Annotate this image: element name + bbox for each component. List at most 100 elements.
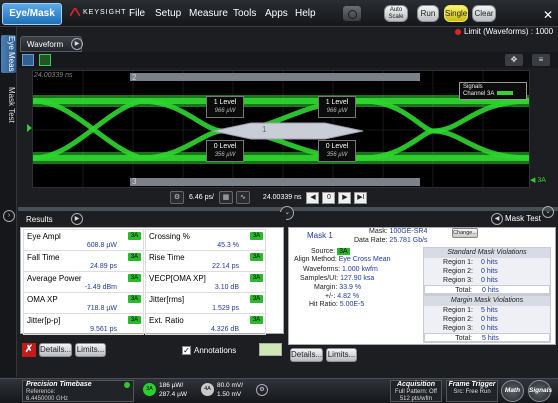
change-mask-button[interactable]: Change... [452,228,478,238]
math-button[interactable]: Math [501,380,524,402]
margin-region-3: Region 3: 0 hits [443,325,498,332]
channel-3a-readout[interactable]: 186 µW/ 287.4 µW [159,381,187,399]
result-cell-eye-ampl[interactable]: Eye Ampl 3A 608.8 µW [23,229,144,251]
delete-measurement-icon[interactable]: ✗ [22,343,36,357]
single-grid-icon[interactable] [22,54,34,66]
standard-mask-violations: Standard Mask Violations Region 1: 0 hits… [423,247,551,295]
mask-region-1-label: 1 [262,125,267,134]
results-play-icon[interactable]: ▶ [71,213,83,225]
close-icon[interactable]: ✕ [543,8,553,22]
results-limits-button[interactable]: Limits... [75,343,106,357]
single-button[interactable]: Single [444,5,468,22]
result-cell-ext-ratio[interactable]: Ext. Ratio 3A 4.326 dB [145,313,266,335]
menu-measure[interactable]: Measure [189,8,228,19]
channel-badge: 3A [250,232,263,240]
mask-region-3[interactable] [130,178,420,186]
menu-file[interactable]: File [129,8,145,19]
grid-display-icon[interactable]: ▦ [218,191,233,204]
results-footer: ✗ Details... Limits... [20,340,284,360]
margin-mask-violations: Margin Mask Violations Region 1: 5 hits R… [423,295,551,343]
channel-4a-readout[interactable]: 80.0 mV/ 1.50 mV [217,381,243,399]
scroll-right-button[interactable]: ▶ [338,191,352,204]
ground-marker-icon[interactable] [27,124,32,132]
annotations-checkbox[interactable]: ✓ [182,346,191,355]
timebase-scale[interactable]: 6.46 ps/ [187,194,216,201]
expand-right-icon[interactable]: › [3,210,15,222]
timebase-status-led [124,382,130,388]
mask-region-2[interactable] [130,73,420,81]
menu-icon[interactable]: ≡ [532,54,550,66]
screenshot-camera-icon[interactable] [343,6,361,21]
results-table: Eye Ampl 3A 608.8 µW Crossing % 3A 45.3 … [20,227,284,335]
annotations-color-swatch[interactable] [259,343,282,356]
channel-badge: 3A [250,316,263,324]
result-cell-average-power[interactable]: Average Power 3A -1.49 dBm [23,271,144,293]
result-cell-rise-time[interactable]: Rise Time 3A 22.14 ps [145,250,266,272]
reference-readout: Reference: 6.4450000 GHz [26,389,69,402]
move-icon[interactable]: ✥ [505,54,523,66]
brand: KEYSIGHT [70,8,126,16]
channel-marker[interactable]: ◀ 3A [530,176,546,184]
result-cell-fall-time[interactable]: Fall Time 3A 24.89 ps [23,250,144,272]
result-cell-jitter-pp[interactable]: Jitter[p-p] 3A 9.561 ps [23,313,144,335]
standard-region-2: Region 2: 0 hits [443,268,498,275]
hit-ratio-row: Hit Ratio: 5.00E-5 [309,301,365,308]
mask-region-2-label: 2 [132,73,137,82]
timebase-controls: ⚙ 6.46 ps/ ▦ ∿ 24.00339 ns ◀ 0 ▶ ▶I [170,190,368,205]
eye-diagram-display[interactable] [32,70,530,188]
screen-time-label: 24.00339 ns [34,72,73,79]
mask-back-icon[interactable]: ◀ [491,213,503,225]
channel-settings-gear-icon[interactable]: ⚙ [256,384,268,396]
waveform-header [18,36,558,52]
result-cell-oma-xp[interactable]: OMA XP 3A 718.8 µW [23,292,144,314]
eye-mask-mode-button[interactable]: Eye/Mask [2,3,62,25]
waveform-play-icon[interactable]: ▶ [71,38,83,50]
menu-bar: Eye/Mask KEYSIGHT File Setup Measure Too… [0,0,558,27]
standard-region-3: Region 3: 0 hits [443,277,498,284]
mask-details-button[interactable]: Details... [290,348,323,362]
data-rate-row: Data Rate: 25.781 Gb/s [354,237,428,244]
scroll-left-button[interactable]: ◀ [306,191,320,204]
menu-apps[interactable]: Apps [265,8,288,19]
channel-badge: 3A [128,253,141,261]
center-button[interactable]: 0 [322,191,336,204]
side-tab-eye-meas[interactable]: Eye Meas [1,35,16,73]
auto-scale-button[interactable]: Auto Scale [384,5,408,22]
channel-badge: 3A [128,274,141,282]
menu-setup[interactable]: Setup [155,8,181,19]
multi-grid-icon[interactable] [39,54,51,66]
waveform-tab-label: Waveform [27,40,64,49]
result-cell-vecp[interactable]: VECP[OMA XP] 3A 3.10 dB [145,271,266,293]
mask-limits-button[interactable]: Limits... [326,348,357,362]
tab-results[interactable]: Results [20,213,59,227]
channel-3a-swatch [497,91,514,96]
signals-legend[interactable]: Signals Channel 3A [459,82,527,100]
result-cell-jitter-rms[interactable]: Jitter[rms] 3A 1.529 ps [145,292,266,314]
samples-row: Samples/UI: 127.90 ksa [300,275,375,282]
channel-3a-badge[interactable]: 3A [143,383,156,396]
side-tab-mask-test[interactable]: Mask Test [1,85,16,125]
channel-badge: 3A [128,232,141,240]
menu-tools[interactable]: Tools [233,8,256,19]
results-details-button[interactable]: Details... [39,343,72,357]
waveform-display-icon[interactable]: ∿ [235,191,250,204]
clear-button[interactable]: Clear [472,5,496,22]
gear-icon[interactable]: ⚙ [170,191,184,204]
acquisition-panel[interactable]: Acquisition Full Pattern: Off 512 pts/wf… [390,380,442,402]
channel-4a-badge[interactable]: 4A [201,383,214,396]
margin-total: Total: 5 hits [424,333,550,342]
limit-indicator-icon [455,28,461,35]
run-button[interactable]: Run [417,5,439,22]
brand-name: KEYSIGHT [83,8,127,16]
signals-button[interactable]: Signals [528,380,552,402]
limit-status: Limit (Waveforms) : 1000 [455,27,553,36]
timebase-position[interactable]: 24.00339 ns [261,194,304,201]
standard-region-1: Region 1: 0 hits [443,259,498,266]
mask-region-1 [212,122,364,140]
keysight-logo-icon [70,8,80,16]
menu-help[interactable]: Help [295,8,316,19]
result-cell-crossing[interactable]: Crossing % 3A 45.3 % [145,229,266,251]
scroll-end-button[interactable]: ▶I [354,191,368,204]
frame-trigger-panel[interactable]: Frame Trigger Src: Free Run [446,380,498,402]
mask-name-link[interactable]: Mask 1 [307,231,333,240]
